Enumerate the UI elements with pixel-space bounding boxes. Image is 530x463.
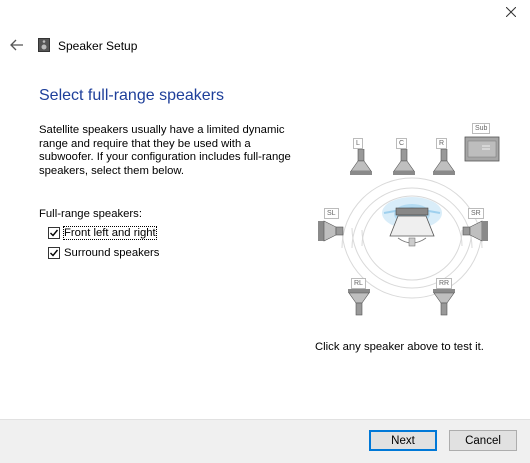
title-bar: Speaker Setup <box>0 32 530 60</box>
surround-speakers-checkbox[interactable]: Surround speakers <box>48 247 159 259</box>
speaker-label: C <box>396 138 408 149</box>
back-button[interactable] <box>8 36 26 54</box>
checkmark-icon <box>50 249 59 257</box>
page-heading: Select full-range speakers <box>39 87 224 104</box>
speaker-diagram: L C R Sub SL SR RL RR <box>314 118 510 320</box>
checkbox-box[interactable] <box>48 227 60 239</box>
speaker-icon <box>348 289 370 316</box>
speaker-icon <box>433 289 455 316</box>
speaker-icon <box>462 220 488 242</box>
cancel-button[interactable]: Cancel <box>449 430 517 451</box>
speaker-label: Sub <box>472 123 491 134</box>
window-title: Speaker Setup <box>58 39 138 53</box>
page-description: Satellite speakers usually have a limite… <box>39 124 291 177</box>
speaker-label: RR <box>436 278 453 289</box>
subwoofer-icon <box>464 136 500 162</box>
front-left-right-checkbox[interactable]: Front left and right <box>48 226 157 240</box>
speaker-icon <box>393 149 415 175</box>
speaker-icon <box>350 149 372 175</box>
speaker-icon <box>38 38 50 52</box>
close-button[interactable] <box>498 0 524 24</box>
back-arrow-icon <box>10 39 23 51</box>
checkbox-label[interactable]: Surround speakers <box>64 247 159 259</box>
speaker-icon <box>318 220 344 242</box>
next-button[interactable]: Next <box>369 430 437 451</box>
speaker-label: R <box>436 138 448 149</box>
speaker-label: RL <box>351 278 366 289</box>
checkbox-label[interactable]: Front left and right <box>63 226 157 240</box>
checkmark-icon <box>50 229 59 237</box>
checkbox-box[interactable] <box>48 247 60 259</box>
speaker-icon <box>433 149 455 175</box>
close-icon <box>506 7 516 17</box>
footer-bar: Next Cancel <box>0 419 530 463</box>
full-range-label: Full-range speakers: <box>39 208 142 220</box>
test-hint-text: Click any speaker above to test it. <box>315 341 484 353</box>
speaker-label: L <box>353 138 363 149</box>
